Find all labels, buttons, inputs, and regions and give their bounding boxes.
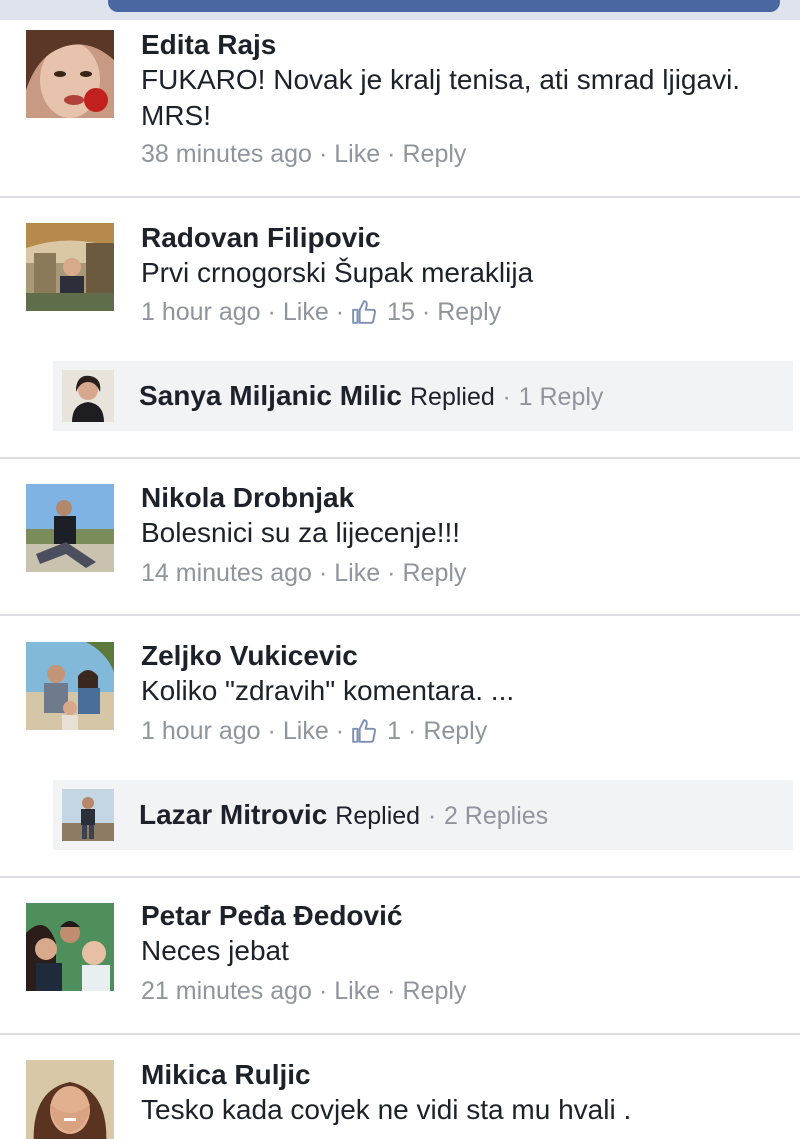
comment-author[interactable]: Petar Peđa Đedović bbox=[141, 900, 402, 932]
thumbs-up-icon bbox=[352, 300, 377, 324]
reply-link[interactable]: Reply bbox=[402, 976, 466, 1006]
reply-summary[interactable]: Sanya Miljanic Milic Replied · 1 Reply bbox=[53, 361, 793, 431]
comment-text: Koliko "zdravih" komentara. ... bbox=[141, 675, 515, 706]
reply-count[interactable]: 2 Replies bbox=[444, 802, 548, 830]
replied-label: Replied bbox=[335, 802, 421, 830]
comment-meta: 1 hour ago · Like · 15 · Reply bbox=[141, 297, 501, 327]
comment-text: Bolesnici su za lijecenje!!! bbox=[141, 517, 461, 548]
reply-avatar bbox=[62, 789, 114, 841]
reaction-count[interactable]: 15 bbox=[351, 297, 415, 327]
separator: · bbox=[318, 977, 328, 1005]
separator: · bbox=[407, 717, 417, 745]
comment-text: Tesko kada covjek ne vidi sta mu hvali . bbox=[141, 1094, 632, 1125]
reply-summary[interactable]: Lazar Mitrovic Replied · 2 Replies bbox=[53, 780, 793, 850]
comment-text: Prvi crnogorski Šupak meraklija bbox=[141, 257, 534, 288]
comment-5: Petar Peđa Đedović Neces jebat 21 minute… bbox=[0, 877, 800, 1034]
reply-link[interactable]: Reply bbox=[423, 716, 487, 746]
reply-link[interactable]: Reply bbox=[437, 297, 501, 327]
reply-avatar-image bbox=[62, 789, 114, 841]
separator: · bbox=[387, 140, 396, 168]
comment-author[interactable]: Nikola Drobnjak bbox=[141, 482, 354, 514]
separator: · bbox=[502, 383, 511, 411]
thumbs-up-icon bbox=[352, 719, 377, 743]
reaction-count[interactable]: 1 bbox=[351, 716, 401, 746]
comment-1: Edita Rajs FUKARO! Novak je kralj tenisa… bbox=[0, 0, 800, 197]
timestamp[interactable]: 14 minutes ago bbox=[141, 558, 312, 588]
timestamp[interactable]: 1 hour ago bbox=[141, 716, 261, 746]
avatar-image bbox=[26, 642, 114, 730]
separator: · bbox=[387, 559, 396, 587]
avatar-image bbox=[26, 484, 114, 572]
avatar[interactable] bbox=[26, 1060, 114, 1139]
like-link[interactable]: Like bbox=[334, 139, 380, 169]
separator: · bbox=[427, 802, 437, 830]
reply-author[interactable]: Sanya Miljanic Milic bbox=[139, 380, 402, 411]
avatar[interactable] bbox=[26, 223, 114, 311]
separator: · bbox=[318, 559, 328, 587]
timestamp[interactable]: 1 hour ago bbox=[141, 297, 261, 327]
reaction-count-value: 15 bbox=[387, 298, 415, 326]
avatar-image bbox=[26, 1060, 114, 1139]
comment-text: Neces jebat bbox=[141, 935, 289, 966]
separator: · bbox=[267, 717, 276, 745]
like-link[interactable]: Like bbox=[334, 976, 380, 1006]
avatar[interactable] bbox=[26, 642, 114, 730]
avatar[interactable] bbox=[26, 30, 114, 118]
separator: · bbox=[318, 140, 328, 168]
like-link[interactable]: Like bbox=[283, 716, 329, 746]
avatar[interactable] bbox=[26, 484, 114, 572]
comment-4: Zeljko Vukicevic Koliko "zdravih" koment… bbox=[0, 615, 800, 876]
separator: · bbox=[335, 717, 345, 745]
reply-avatar bbox=[62, 370, 114, 422]
avatar-image bbox=[26, 903, 114, 991]
comment-3: Nikola Drobnjak Bolesnici su za lijecenj… bbox=[0, 458, 800, 615]
reply-link[interactable]: Reply bbox=[402, 139, 466, 169]
comment-text: FUKARO! Novak je kralj tenisa, ati smrad… bbox=[141, 64, 741, 131]
separator: · bbox=[335, 298, 345, 326]
separator: · bbox=[421, 298, 431, 326]
comment-author[interactable]: Mikica Ruljic bbox=[141, 1059, 311, 1091]
reply-author[interactable]: Lazar Mitrovic bbox=[139, 799, 327, 830]
reply-count[interactable]: 1 Reply bbox=[519, 383, 604, 411]
comment-meta: 14 minutes ago · Like · Reply bbox=[141, 558, 466, 588]
timestamp[interactable]: 38 minutes ago bbox=[141, 139, 312, 169]
reply-summary-text: Sanya Miljanic Milic Replied · 1 Reply bbox=[139, 380, 603, 413]
like-link[interactable]: Like bbox=[283, 297, 329, 327]
replied-label: Replied bbox=[409, 383, 495, 411]
comment-meta: 21 minutes ago · Like · Reply bbox=[141, 976, 466, 1006]
reply-summary-text: Lazar Mitrovic Replied · 2 Replies bbox=[139, 799, 548, 832]
avatar-image bbox=[26, 223, 114, 311]
avatar[interactable] bbox=[26, 903, 114, 991]
comment-author[interactable]: Radovan Filipovic bbox=[141, 222, 381, 254]
comment-author[interactable]: Zeljko Vukicevic bbox=[141, 640, 358, 672]
comment-author[interactable]: Edita Rajs bbox=[141, 29, 276, 61]
comment-6: Mikica Ruljic Tesko kada covjek ne vidi … bbox=[0, 1034, 800, 1139]
comment-meta: 38 minutes ago · Like · Reply bbox=[141, 139, 466, 169]
separator: · bbox=[267, 298, 276, 326]
comment-meta: 1 hour ago · Like · 1 · Reply bbox=[141, 716, 487, 746]
reply-avatar-image bbox=[62, 370, 114, 422]
separator: · bbox=[387, 977, 396, 1005]
timestamp[interactable]: 21 minutes ago bbox=[141, 976, 312, 1006]
reaction-count-value: 1 bbox=[387, 717, 401, 745]
reply-link[interactable]: Reply bbox=[402, 558, 466, 588]
like-link[interactable]: Like bbox=[334, 558, 380, 588]
avatar-image bbox=[26, 30, 114, 118]
comment-2: Radovan Filipovic Prvi crnogorski Šupak … bbox=[0, 197, 800, 458]
